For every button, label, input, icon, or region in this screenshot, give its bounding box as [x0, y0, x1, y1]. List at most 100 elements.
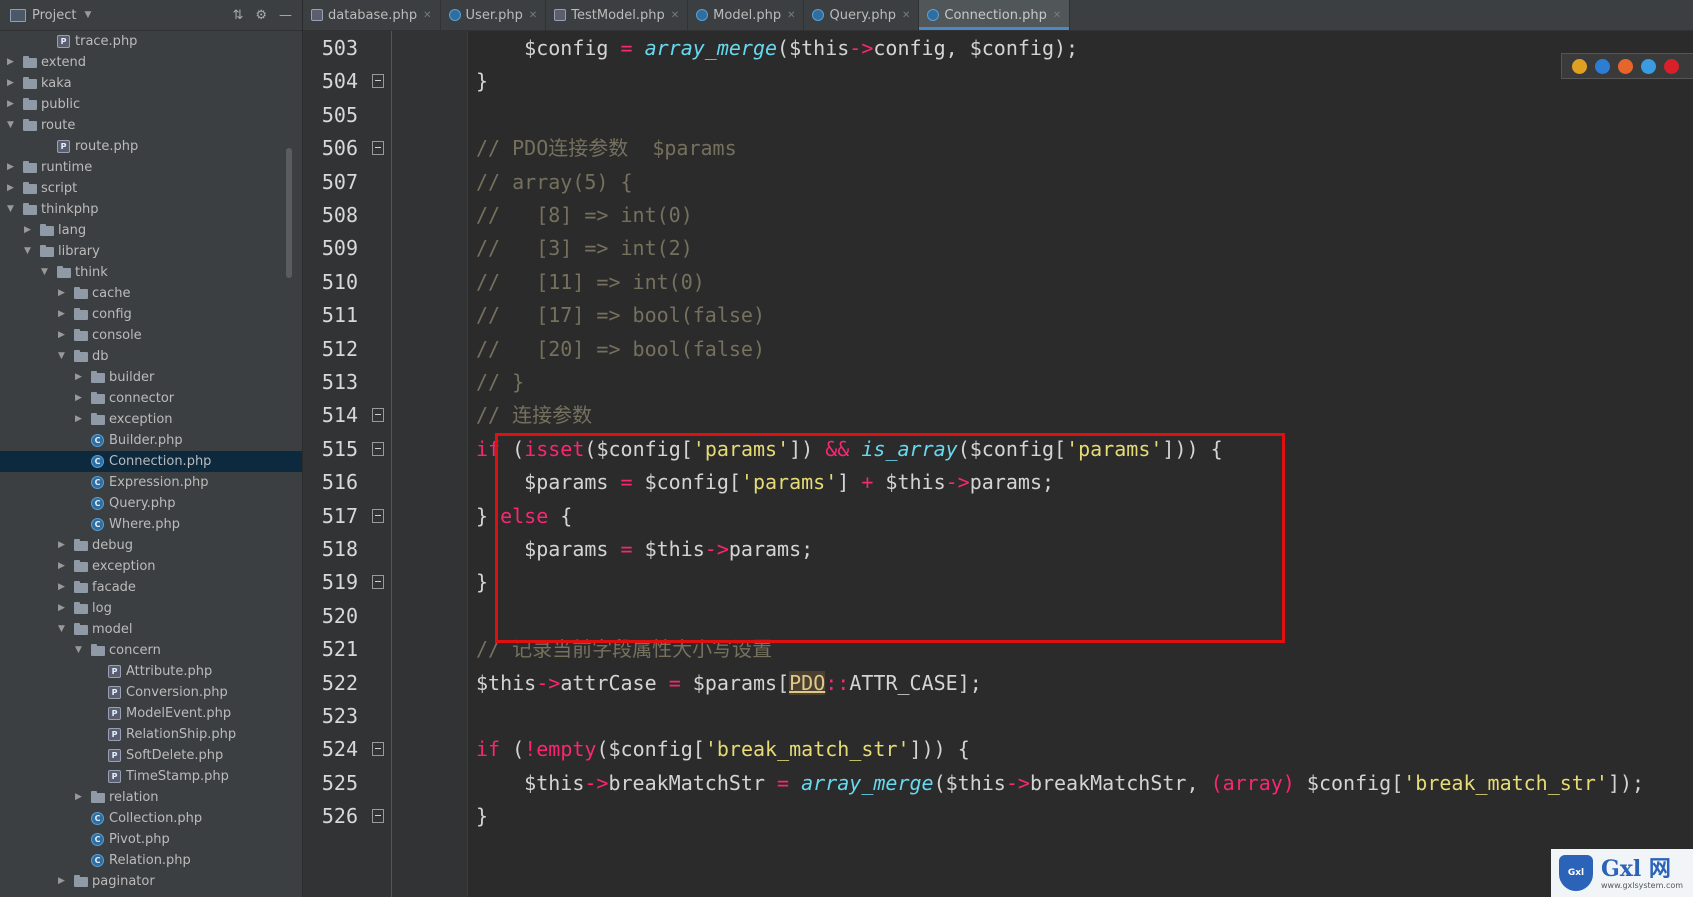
tree-item-log[interactable]: ▶ log — [0, 598, 302, 619]
code-line[interactable]: // [3] => int(2) — [476, 230, 693, 266]
tree-item-public[interactable]: ▶ public — [0, 94, 302, 115]
collapsed-arrow-icon[interactable]: ▶ — [58, 283, 65, 304]
close-icon[interactable]: ✕ — [1053, 10, 1061, 21]
code-line[interactable]: // PDO连接参数 $params — [476, 130, 737, 166]
code-line[interactable]: } — [476, 564, 488, 600]
tree-item-extend[interactable]: ▶ extend — [0, 52, 302, 73]
code-line[interactable]: // [8] => int(0) — [476, 197, 693, 233]
tree-item-builder-php[interactable]: C Builder.php — [0, 430, 302, 451]
tree-item-exception[interactable]: ▶ exception — [0, 556, 302, 577]
tree-item-builder[interactable]: ▶ builder — [0, 367, 302, 388]
tree-item-pivot-php[interactable]: C Pivot.php — [0, 829, 302, 850]
code-line[interactable]: // array(5) { — [476, 164, 633, 200]
tree-item-connection-php[interactable]: C Connection.php — [0, 451, 302, 472]
code-line[interactable]: // [20] => bool(false) — [476, 331, 765, 367]
edge-icon[interactable] — [1595, 58, 1610, 74]
collapsed-arrow-icon[interactable]: ▶ — [58, 598, 65, 619]
tree-item-trace-php[interactable]: Ptrace.php — [0, 31, 302, 52]
tree-item-timestamp-php[interactable]: P TimeStamp.php — [0, 766, 302, 787]
collapsed-arrow-icon[interactable]: ▶ — [7, 52, 14, 73]
code-line[interactable]: $this->attrCase = $params[PDO::ATTR_CASE… — [476, 665, 982, 701]
tree-item-route[interactable]: ▼ route — [0, 115, 302, 136]
tree-item-thinkphp[interactable]: ▼ thinkphp — [0, 199, 302, 220]
collapsed-arrow-icon[interactable]: ▶ — [75, 409, 82, 430]
tree-item-attribute-php[interactable]: P Attribute.php — [0, 661, 302, 682]
tab-testmodel-php[interactable]: TestModel.php ✕ — [546, 0, 689, 30]
code-line[interactable]: } — [476, 63, 488, 99]
fold-marker-icon[interactable] — [372, 408, 384, 423]
collapsed-arrow-icon[interactable]: ▶ — [24, 220, 31, 241]
tree-item-db[interactable]: ▼ db — [0, 346, 302, 367]
tree-item-debug[interactable]: ▶ debug — [0, 535, 302, 556]
code-line[interactable]: // 连接参数 — [476, 397, 592, 433]
code-line[interactable]: if (!empty($config['break_match_str'])) … — [476, 731, 970, 767]
tree-item-library[interactable]: ▼ library — [0, 241, 302, 262]
collapsed-arrow-icon[interactable]: ▶ — [7, 94, 14, 115]
collapsed-arrow-icon[interactable]: ▶ — [58, 871, 65, 892]
code-line[interactable]: // [17] => bool(false) — [476, 297, 765, 333]
collapsed-arrow-icon[interactable]: ▶ — [7, 73, 14, 94]
tree-scrollbar[interactable] — [286, 148, 292, 278]
tree-item-facade[interactable]: ▶ facade — [0, 577, 302, 598]
tree-item-modelevent-php[interactable]: P ModelEvent.php — [0, 703, 302, 724]
fold-marker-icon[interactable] — [372, 742, 384, 757]
collapsed-arrow-icon[interactable]: ▶ — [58, 556, 65, 577]
tree-item-model[interactable]: ▼ model — [0, 619, 302, 640]
collapsed-arrow-icon[interactable]: ▶ — [58, 535, 65, 556]
opera-icon[interactable] — [1664, 58, 1679, 74]
gear-icon[interactable]: ⚙ — [255, 8, 267, 23]
fold-marker-icon[interactable] — [372, 809, 384, 824]
close-icon[interactable]: ✕ — [529, 10, 537, 21]
project-view-selector[interactable]: Project ▼ — [10, 8, 91, 23]
tree-item-think[interactable]: ▼ think — [0, 262, 302, 283]
collapse-all-icon[interactable]: ⇅ — [232, 8, 243, 23]
safari-icon[interactable] — [1641, 58, 1656, 74]
fold-marker-icon[interactable] — [372, 441, 384, 456]
tab-model-php[interactable]: Model.php ✕ — [688, 0, 805, 30]
tree-item-route-php[interactable]: Proute.php — [0, 136, 302, 157]
tree-item-cache[interactable]: ▶ cache — [0, 283, 302, 304]
collapsed-arrow-icon[interactable]: ▶ — [75, 787, 82, 808]
tree-item-where-php[interactable]: C Where.php — [0, 514, 302, 535]
tree-item-script[interactable]: ▶ script — [0, 178, 302, 199]
tree-item-conversion-php[interactable]: P Conversion.php — [0, 682, 302, 703]
fold-marker-icon[interactable] — [372, 141, 384, 156]
collapsed-arrow-icon[interactable]: ▶ — [58, 304, 65, 325]
tree-item-config[interactable]: ▶ config — [0, 304, 302, 325]
tree-item-collection-php[interactable]: C Collection.php — [0, 808, 302, 829]
tab-user-php[interactable]: User.php ✕ — [441, 0, 547, 30]
firefox-icon[interactable] — [1618, 58, 1633, 74]
fold-marker-icon[interactable] — [372, 508, 384, 523]
tab-connection-php[interactable]: Connection.php ✕ — [919, 0, 1071, 30]
code-line[interactable]: // } — [476, 364, 524, 400]
chrome-icon[interactable] — [1572, 58, 1587, 74]
close-icon[interactable]: ✕ — [671, 10, 679, 21]
tree-item-relation-php[interactable]: C Relation.php — [0, 850, 302, 871]
tree-item-exception[interactable]: ▶ exception — [0, 409, 302, 430]
tree-item-relationship-php[interactable]: P RelationShip.php — [0, 724, 302, 745]
collapsed-arrow-icon[interactable]: ▶ — [58, 325, 65, 346]
hide-panel-icon[interactable]: — — [279, 8, 292, 23]
collapsed-arrow-icon[interactable]: ▶ — [7, 178, 14, 199]
tab-database-php[interactable]: database.php ✕ — [303, 0, 441, 30]
collapsed-arrow-icon[interactable]: ▶ — [58, 577, 65, 598]
tree-item-expression-php[interactable]: C Expression.php — [0, 472, 302, 493]
tree-item-console[interactable]: ▶ console — [0, 325, 302, 346]
collapsed-arrow-icon[interactable]: ▶ — [75, 388, 82, 409]
tree-item-relation[interactable]: ▶ relation — [0, 787, 302, 808]
tree-item-lang[interactable]: ▶ lang — [0, 220, 302, 241]
tab-query-php[interactable]: Query.php ✕ — [804, 0, 920, 30]
fold-marker-icon[interactable] — [372, 74, 384, 89]
expanded-arrow-icon[interactable]: ▼ — [75, 640, 82, 661]
expanded-arrow-icon[interactable]: ▼ — [41, 262, 48, 283]
code-line[interactable]: $this->breakMatchStr = array_merge($this… — [476, 765, 1644, 801]
expanded-arrow-icon[interactable]: ▼ — [58, 619, 65, 640]
collapsed-arrow-icon[interactable]: ▶ — [7, 157, 14, 178]
tree-item-softdelete-php[interactable]: P SoftDelete.php — [0, 745, 302, 766]
close-icon[interactable]: ✕ — [902, 10, 910, 21]
collapsed-arrow-icon[interactable]: ▶ — [75, 367, 82, 388]
close-icon[interactable]: ✕ — [423, 10, 431, 21]
close-icon[interactable]: ✕ — [787, 10, 795, 21]
tree-item-paginator[interactable]: ▶ paginator — [0, 871, 302, 892]
fold-marker-icon[interactable] — [372, 575, 384, 590]
